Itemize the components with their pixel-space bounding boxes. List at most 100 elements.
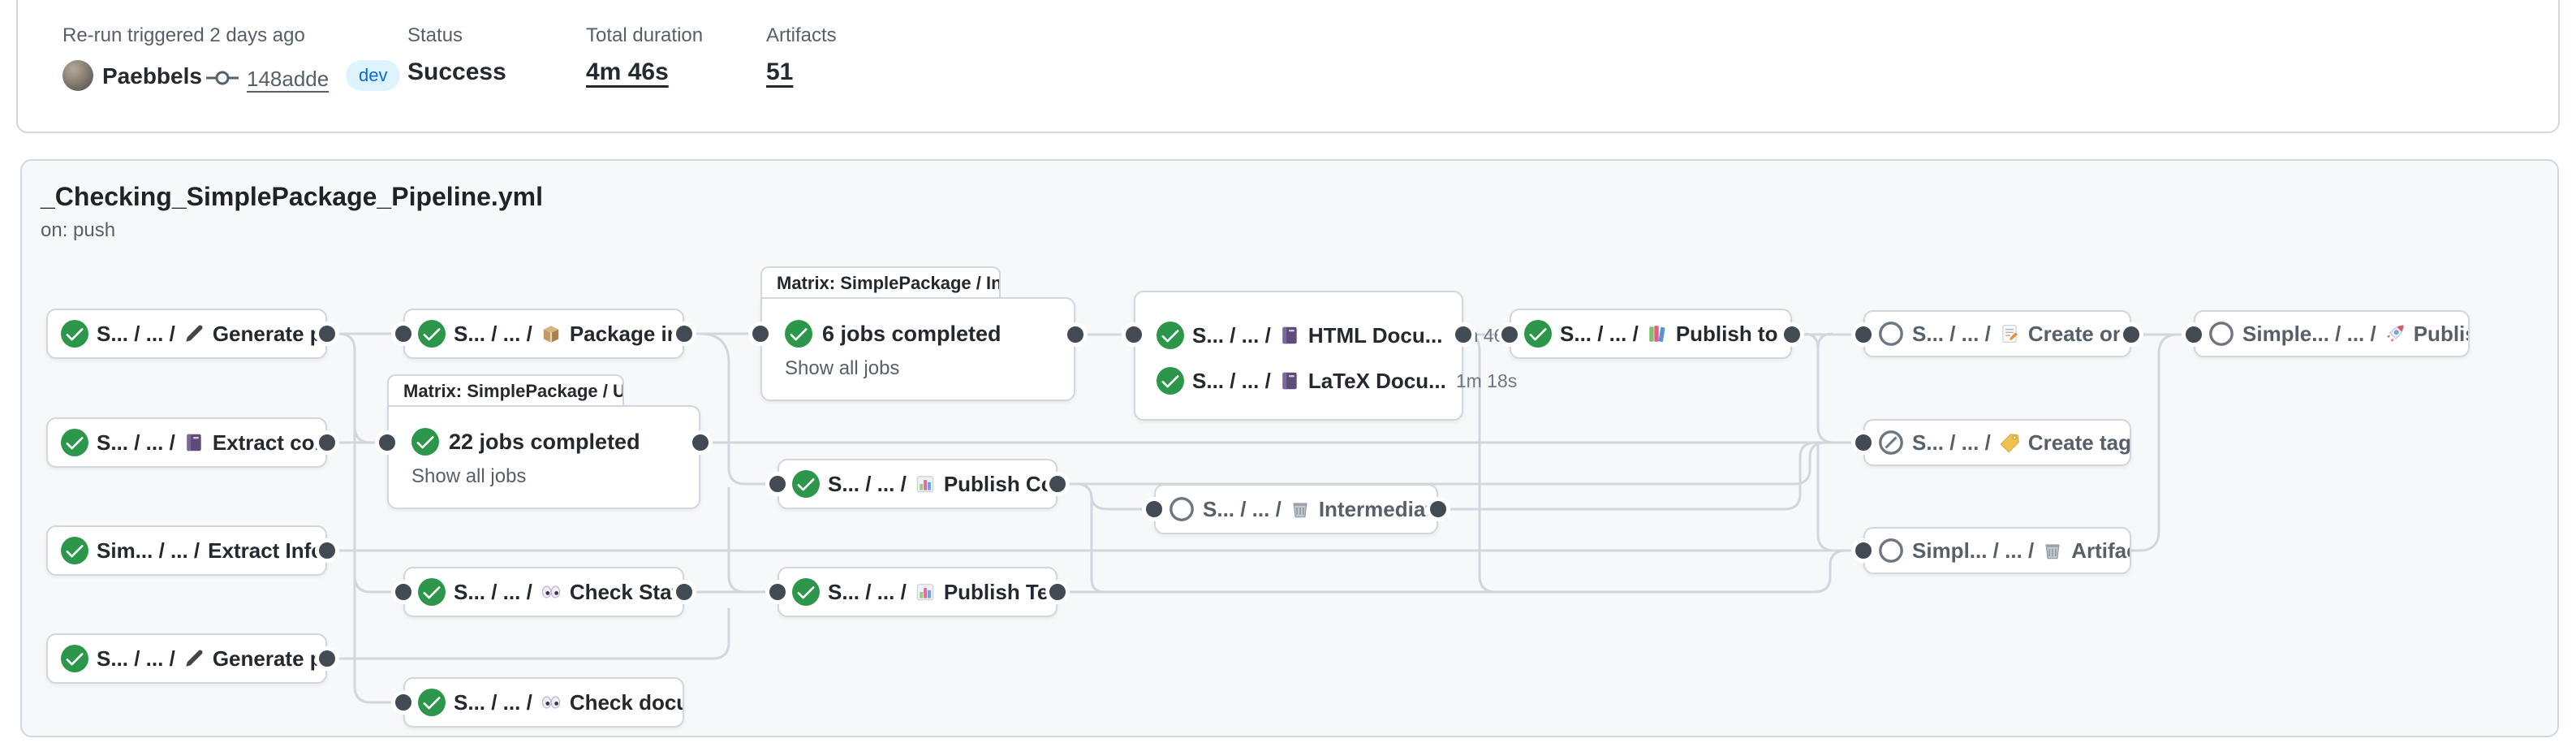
connector-dot bbox=[391, 322, 416, 346]
connector-dot bbox=[315, 430, 339, 455]
success-icon bbox=[1524, 320, 1552, 348]
pencil-icon bbox=[183, 648, 205, 669]
matrix-summary-text: 22 jobs completed bbox=[449, 430, 640, 455]
job-label: Generate pipelin... bbox=[213, 322, 327, 347]
job-node-intermediate-artifa[interactable]: S... / ... / Intermediate Artifa... bbox=[1154, 484, 1438, 534]
connector-dot bbox=[1063, 322, 1088, 347]
matrix-card-matrix-simplepackage-install[interactable]: 6 jobs completed Show all jobs bbox=[760, 297, 1075, 401]
job-node-publish-test-re[interactable]: S... / ... /Publish Test Re...14s bbox=[778, 567, 1058, 617]
connector-dot bbox=[315, 322, 339, 346]
job-label: Extract configur... bbox=[213, 430, 327, 456]
tag-icon bbox=[1999, 432, 2020, 453]
job-node-generate-pipelin[interactable]: S... / ... /Generate pipelin...3s bbox=[46, 309, 327, 359]
connector-dot bbox=[1851, 430, 1876, 455]
show-all-jobs-link[interactable]: Show all jobs bbox=[785, 357, 1074, 380]
job-label: Package in Sou... bbox=[570, 322, 684, 347]
success-icon bbox=[792, 578, 820, 606]
job-label: HTML Docu... bbox=[1308, 323, 1443, 348]
job-node-create-or-update-r[interactable]: S... / ... /Create or Update R... bbox=[1863, 310, 2131, 357]
show-all-jobs-link[interactable]: Show all jobs bbox=[411, 465, 699, 488]
job-label: Check Static Ty... bbox=[570, 580, 684, 605]
job-label: Artifact Cleanup bbox=[2071, 538, 2131, 564]
job-label: Intermediate Artifa... bbox=[1319, 497, 1438, 522]
connector-dot bbox=[1851, 322, 1876, 347]
success-icon bbox=[418, 689, 446, 716]
success-icon bbox=[785, 320, 812, 348]
bar-chart-icon bbox=[915, 581, 936, 603]
job-label: Check docume... bbox=[570, 690, 684, 715]
job-node-check-docume[interactable]: S... / ... /Check docume...11s bbox=[403, 677, 684, 728]
job-node-generate-pipelin[interactable]: S... / ... /Generate pipelin...4s bbox=[46, 633, 327, 684]
cancelled-icon bbox=[1878, 430, 1904, 456]
job-group-card: S... / ... /HTML Docu...1m 46s S... / ...… bbox=[1134, 291, 1463, 421]
job-prefix: S... / ... / bbox=[454, 322, 532, 347]
job-prefix: S... / ... / bbox=[1203, 497, 1282, 522]
job-node-check-static-ty[interactable]: S... / ... /Check Static Ty...14s bbox=[403, 567, 684, 617]
matrix-card-matrix-simplepackage-unittest[interactable]: 22 jobs completed Show all jobs bbox=[387, 405, 700, 509]
job-prefix: S... / ... / bbox=[1560, 322, 1639, 347]
job-node-create-tag-in[interactable]: S... / ... /Create tag '${{ in...0s bbox=[1863, 419, 2131, 466]
connector-dot bbox=[1851, 538, 1876, 563]
job-duration: 1m 18s bbox=[1456, 370, 1517, 392]
job-prefix: Sim... / ... / bbox=[97, 538, 200, 564]
matrix-summary: 22 jobs completed bbox=[411, 428, 699, 456]
notebook-icon bbox=[183, 432, 205, 453]
matrix-tab-matrix-simplepackage-install: Matrix: SimplePackage / Install / ... bbox=[760, 266, 1001, 299]
connector-dot bbox=[672, 580, 696, 604]
success-icon bbox=[1157, 367, 1184, 395]
job-node-publish-to-gh-p[interactable]: S... / ... /Publish to GH-P...7s bbox=[1510, 309, 1792, 359]
skipped-icon bbox=[1878, 538, 1904, 564]
matrix-summary-text: 6 jobs completed bbox=[822, 322, 1002, 347]
job-node-extract-configur[interactable]: S... / ... /Extract configur...6s bbox=[46, 417, 327, 468]
success-icon bbox=[61, 429, 88, 456]
job-prefix: S... / ... / bbox=[1192, 369, 1271, 394]
job-node-package-in-sou[interactable]: S... / ... /Package in Sou...18s bbox=[403, 309, 684, 359]
connector-dot bbox=[672, 322, 696, 346]
connector-dot bbox=[748, 322, 773, 346]
job-prefix: S... / ... / bbox=[1912, 430, 1991, 456]
job-prefix: S... / ... / bbox=[97, 322, 175, 347]
connector-dot bbox=[1497, 322, 1522, 347]
rocket-icon bbox=[2384, 323, 2406, 344]
job-label: LaTeX Docu... bbox=[1308, 369, 1446, 394]
job-node-publish-to-pypi[interactable]: Simple... / ... / Publish to PyPI bbox=[2194, 310, 2470, 357]
success-icon bbox=[418, 578, 446, 606]
connector-dot bbox=[765, 472, 790, 496]
success-icon bbox=[411, 428, 439, 456]
job-node-extract-information[interactable]: Sim... / ... /Extract Information4s bbox=[46, 525, 327, 576]
matrix-summary: 6 jobs completed bbox=[785, 320, 1074, 348]
skipped-icon bbox=[2208, 321, 2234, 347]
connector-dot bbox=[391, 690, 416, 715]
job-label: Publish Code C... bbox=[944, 472, 1058, 497]
success-icon bbox=[61, 537, 88, 564]
job-label: Create tag '${{ in... bbox=[2028, 430, 2131, 456]
pencil-icon bbox=[183, 323, 205, 344]
connector-dot bbox=[315, 646, 339, 671]
success-icon bbox=[1157, 322, 1184, 349]
job-label: Publish Test Re... bbox=[944, 580, 1058, 605]
package-icon bbox=[541, 323, 562, 344]
job-label: Create or Update R... bbox=[2028, 322, 2131, 347]
connector-dot bbox=[765, 580, 790, 604]
job-node-latex-docu[interactable]: S... / ... /LaTeX Docu...1m 18s bbox=[1135, 358, 1462, 404]
job-node-artifact-cleanup[interactable]: Simpl... / ... /Artifact Cleanup bbox=[1863, 527, 2131, 574]
job-prefix: S... / ... / bbox=[454, 580, 532, 605]
trash-icon bbox=[2042, 540, 2063, 561]
eyes-icon bbox=[541, 581, 562, 603]
notebook-icon bbox=[1279, 325, 1300, 346]
connector-dot bbox=[315, 538, 339, 563]
job-label: Generate pipelin... bbox=[213, 646, 327, 672]
job-label: Publish to PyPI bbox=[2414, 322, 2470, 347]
skipped-icon bbox=[1169, 496, 1195, 522]
job-prefix: S... / ... / bbox=[97, 646, 175, 672]
job-node-html-docu[interactable]: S... / ... /HTML Docu...1m 46s bbox=[1135, 313, 1462, 358]
connector-dot bbox=[1451, 322, 1475, 347]
connector-dot bbox=[1426, 497, 1450, 521]
trash-icon bbox=[1290, 499, 1311, 520]
job-prefix: Simple... / ... / bbox=[2242, 322, 2376, 347]
job-prefix: S... / ... / bbox=[454, 690, 532, 715]
matrix-tab-matrix-simplepackage-unittest: Matrix: SimplePackage / UnitTest... bbox=[387, 374, 624, 407]
job-node-publish-code-c[interactable]: S... / ... /Publish Code C...22s bbox=[778, 459, 1058, 509]
connector-dot bbox=[688, 430, 713, 455]
connector-dot bbox=[1045, 580, 1070, 604]
